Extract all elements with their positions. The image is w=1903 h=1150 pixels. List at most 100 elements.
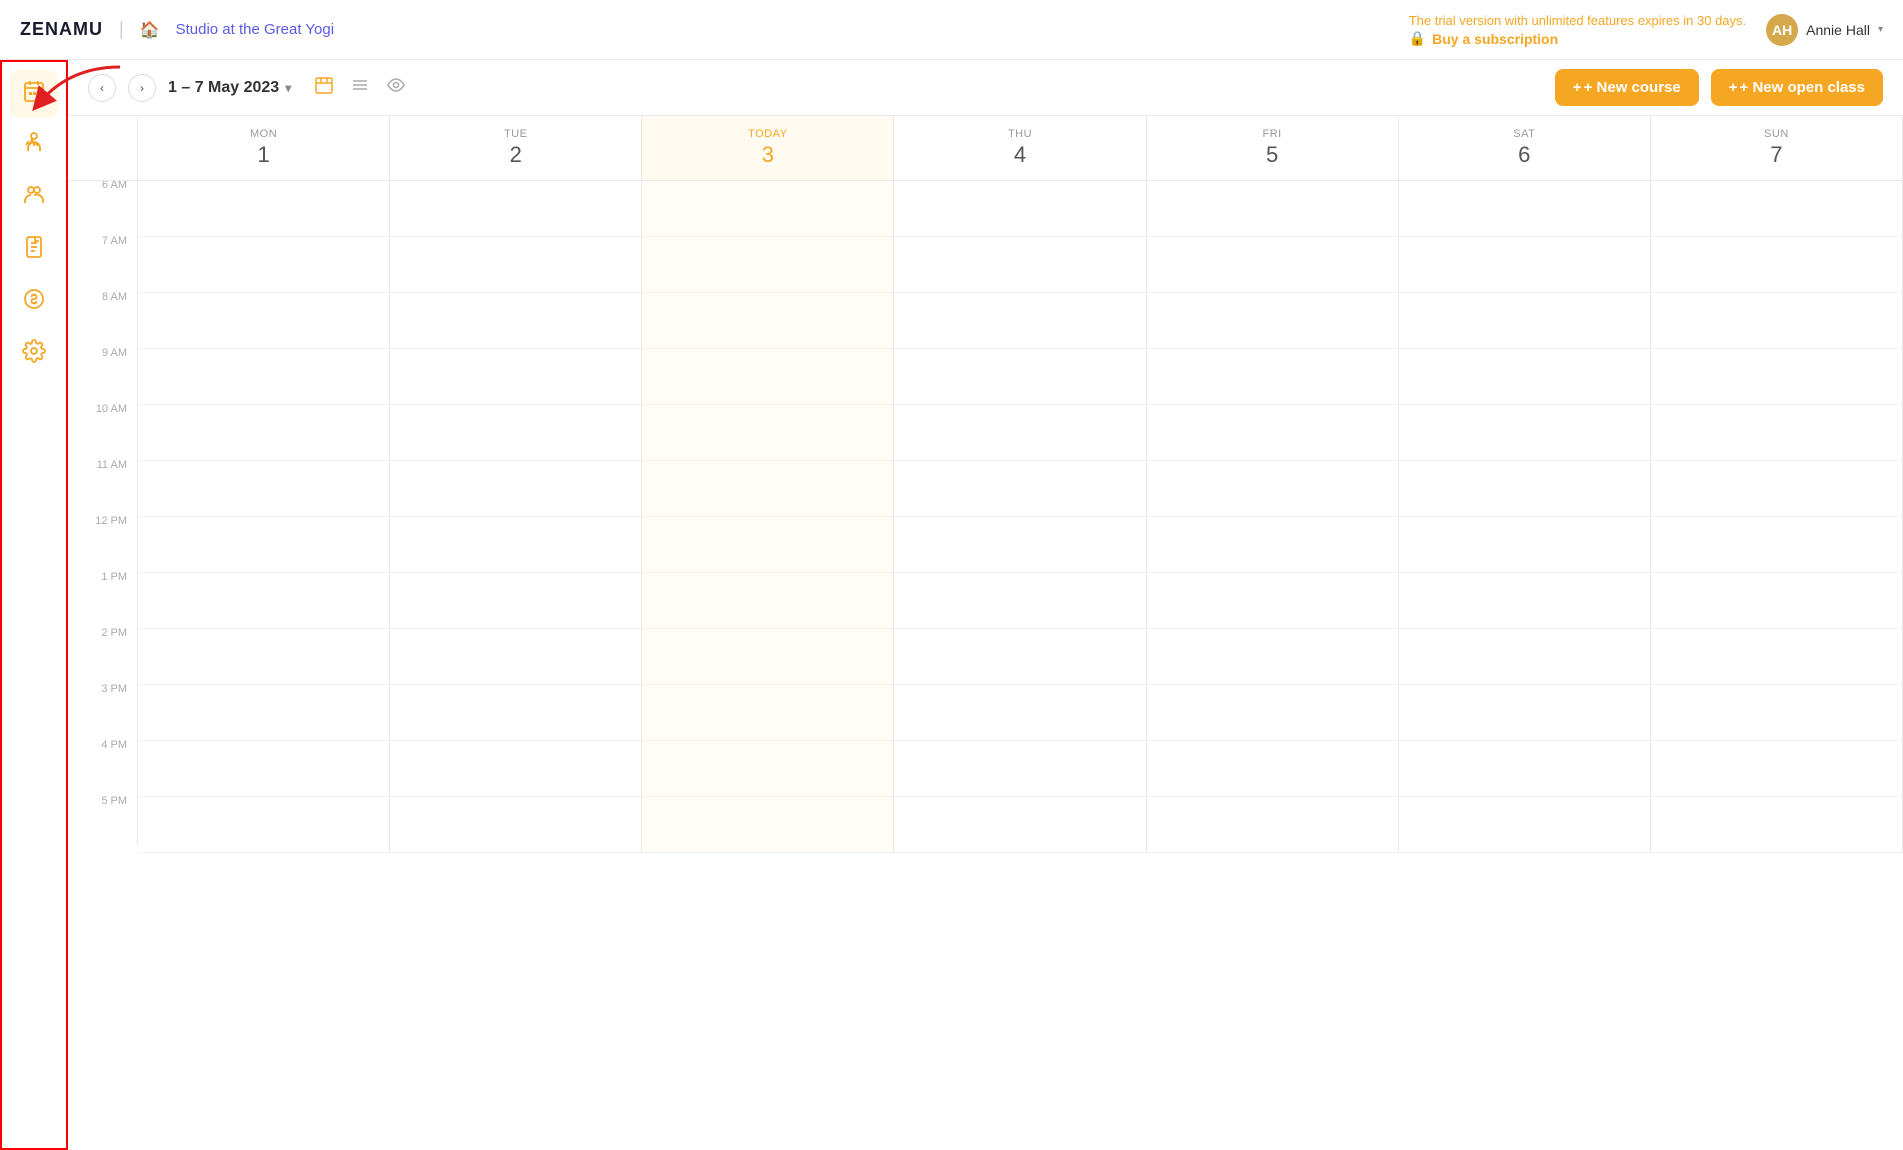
cal-cell[interactable] [390,517,642,573]
cal-cell[interactable] [1399,573,1651,629]
cal-cell[interactable] [642,461,894,517]
cal-cell[interactable] [390,349,642,405]
cal-cell[interactable] [138,685,390,741]
cal-cell[interactable] [894,293,1146,349]
cal-cell[interactable] [138,629,390,685]
cal-cell[interactable] [894,237,1146,293]
cal-cell[interactable] [138,405,390,461]
cal-cell[interactable] [642,237,894,293]
cal-cell[interactable] [1147,461,1399,517]
cal-cell[interactable] [1651,293,1903,349]
cal-cell[interactable] [894,461,1146,517]
cal-cell[interactable] [390,573,642,629]
cal-cell[interactable] [894,797,1146,853]
cal-cell[interactable] [1147,293,1399,349]
cal-cell[interactable] [642,181,894,237]
cal-cell[interactable] [390,293,642,349]
cal-cell[interactable] [138,517,390,573]
cal-cell[interactable] [1399,685,1651,741]
cal-cell[interactable] [138,293,390,349]
cal-cell[interactable] [1399,741,1651,797]
cal-cell[interactable] [1147,517,1399,573]
sidebar-item-members[interactable] [10,174,58,222]
cal-cell[interactable] [642,517,894,573]
cal-cell[interactable] [1651,349,1903,405]
cal-cell[interactable] [894,573,1146,629]
cal-cell[interactable] [1651,629,1903,685]
cal-cell[interactable] [138,349,390,405]
cal-cell[interactable] [138,797,390,853]
cal-cell[interactable] [1147,629,1399,685]
cal-cell[interactable] [642,293,894,349]
cal-cell[interactable] [1651,517,1903,573]
studio-name[interactable]: Studio at the Great Yogi [176,21,334,38]
cal-cell[interactable] [390,181,642,237]
cal-cell[interactable] [1651,741,1903,797]
cal-cell[interactable] [1399,517,1651,573]
cal-cell[interactable] [1147,573,1399,629]
cal-cell[interactable] [1651,685,1903,741]
cal-cell[interactable] [390,405,642,461]
cal-cell[interactable] [1147,349,1399,405]
cal-cell[interactable] [642,349,894,405]
cal-cell[interactable] [894,517,1146,573]
cal-cell[interactable] [138,741,390,797]
cal-cell[interactable] [642,797,894,853]
cal-cell[interactable] [390,629,642,685]
cal-cell[interactable] [1147,741,1399,797]
cal-cell[interactable] [642,741,894,797]
cal-cell[interactable] [138,181,390,237]
cal-cell[interactable] [894,349,1146,405]
cal-cell[interactable] [1651,797,1903,853]
buy-subscription-link[interactable]: 🔒 Buy a subscription [1409,30,1746,47]
cal-cell[interactable] [1147,797,1399,853]
calendar-view-icon[interactable] [311,72,337,103]
cal-cell[interactable] [138,237,390,293]
new-open-class-button[interactable]: + + New open class [1711,69,1883,106]
cal-cell[interactable] [138,573,390,629]
date-range-selector[interactable]: 1 – 7 May 2023 ▾ [168,79,291,97]
cal-cell[interactable] [1651,181,1903,237]
sidebar-item-classes[interactable] [10,122,58,170]
prev-week-button[interactable]: ‹ [88,74,116,102]
cal-cell[interactable] [1399,405,1651,461]
cal-cell[interactable] [1651,237,1903,293]
cal-cell[interactable] [138,461,390,517]
cal-cell[interactable] [894,741,1146,797]
cal-cell[interactable] [1651,573,1903,629]
eye-view-icon[interactable] [383,72,409,103]
sidebar-item-reports[interactable] [10,226,58,274]
user-menu[interactable]: AH Annie Hall ▾ [1766,14,1883,46]
new-course-button[interactable]: + + New course [1555,69,1699,106]
cal-cell[interactable] [1651,405,1903,461]
sidebar-item-settings[interactable] [10,330,58,378]
cal-cell[interactable] [1399,237,1651,293]
cal-cell[interactable] [642,685,894,741]
cal-cell[interactable] [1399,293,1651,349]
cal-cell[interactable] [390,237,642,293]
cal-cell[interactable] [1399,629,1651,685]
cal-cell[interactable] [390,797,642,853]
cal-cell[interactable] [1147,181,1399,237]
cal-cell[interactable] [1399,797,1651,853]
cal-cell[interactable] [1399,181,1651,237]
home-icon[interactable]: 🏠 [140,20,160,40]
cal-cell[interactable] [390,685,642,741]
cal-cell[interactable] [642,405,894,461]
cal-cell[interactable] [390,741,642,797]
cal-cell[interactable] [1147,685,1399,741]
cal-cell[interactable] [642,629,894,685]
cal-cell[interactable] [1399,349,1651,405]
cal-cell[interactable] [1147,237,1399,293]
cal-cell[interactable] [894,629,1146,685]
cal-cell[interactable] [894,405,1146,461]
cal-cell[interactable] [390,461,642,517]
sidebar-item-calendar[interactable] [10,70,58,118]
cal-cell[interactable] [1147,405,1399,461]
cal-cell[interactable] [894,181,1146,237]
next-week-button[interactable]: › [128,74,156,102]
list-view-icon[interactable] [347,72,373,103]
cal-cell[interactable] [1399,461,1651,517]
sidebar-item-billing[interactable] [10,278,58,326]
cal-cell[interactable] [642,573,894,629]
